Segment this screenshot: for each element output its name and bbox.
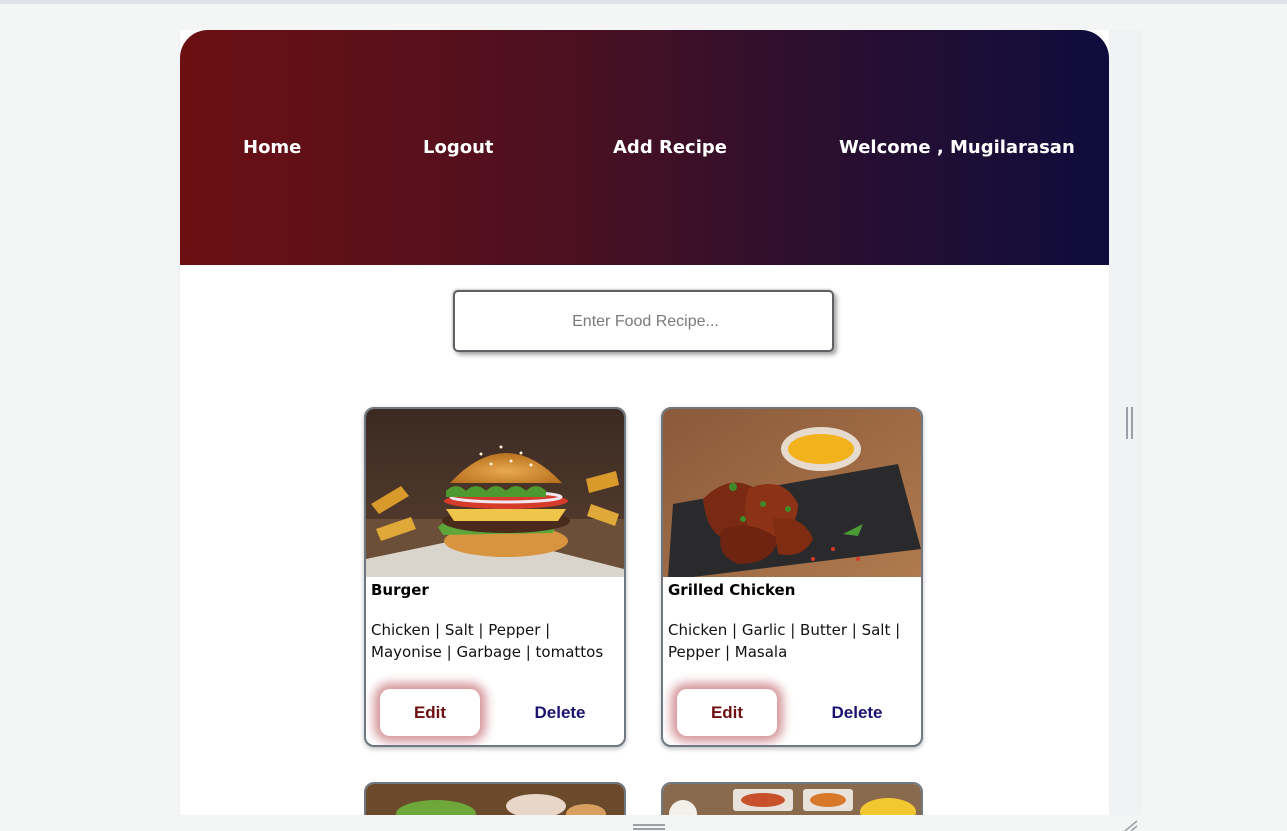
nav-logout-link[interactable]: Logout xyxy=(423,137,494,158)
nav-add-recipe-link[interactable]: Add Recipe xyxy=(613,137,727,158)
recipe-card-partial xyxy=(661,782,923,815)
welcome-text: Welcome , Mugilarasan xyxy=(839,137,1075,158)
resize-grip-icon[interactable] xyxy=(1121,818,1139,831)
delete-button[interactable]: Delete xyxy=(813,689,901,736)
delete-button[interactable]: Delete xyxy=(516,689,604,736)
burger-image xyxy=(366,409,624,577)
nav-home-link[interactable]: Home xyxy=(243,137,301,158)
recipe-image-partial xyxy=(663,784,921,815)
recipe-title: Grilled Chicken xyxy=(668,581,796,599)
horizontal-resize-handle[interactable] xyxy=(633,824,665,830)
navbar: Home Logout Add Recipe Welcome , Mugilar… xyxy=(180,30,1109,265)
recipe-card-burger: Burger Chicken | Salt | Pepper | Mayonis… xyxy=(364,407,626,747)
recipe-ingredients: Chicken | Salt | Pepper | Mayonise | Gar… xyxy=(371,621,604,661)
app-page: Home Logout Add Recipe Welcome , Mugilar… xyxy=(180,30,1109,815)
browser-top-strip xyxy=(0,0,1287,4)
search-input[interactable] xyxy=(455,292,836,352)
vertical-resize-handle[interactable] xyxy=(1126,407,1133,439)
search-box xyxy=(453,290,836,352)
edit-button[interactable]: Edit xyxy=(677,689,777,736)
recipe-card-partial xyxy=(364,782,626,815)
recipe-image-partial xyxy=(366,784,624,815)
recipe-card-grilled-chicken: Grilled Chicken Chicken | Garlic | Butte… xyxy=(661,407,923,747)
app-frame: Home Logout Add Recipe Welcome , Mugilar… xyxy=(178,30,1142,815)
recipe-title: Burger xyxy=(371,581,429,599)
edit-button[interactable]: Edit xyxy=(380,689,480,736)
recipe-ingredients: Chicken | Garlic | Butter | Salt | Peppe… xyxy=(668,621,901,661)
grilled-chicken-image xyxy=(663,409,921,577)
